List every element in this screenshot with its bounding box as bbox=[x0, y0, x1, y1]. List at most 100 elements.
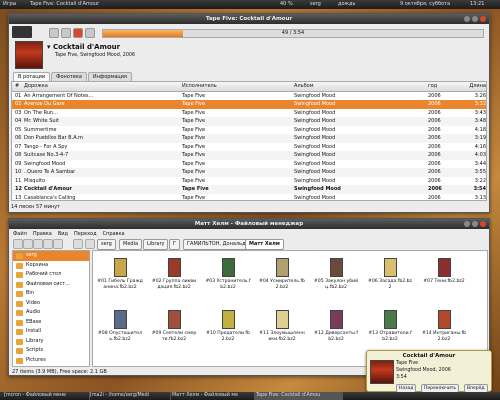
minimize-icon[interactable] bbox=[464, 16, 470, 22]
up-icon[interactable] bbox=[33, 239, 43, 249]
menu-file[interactable]: Файл bbox=[13, 231, 27, 237]
user-indicator[interactable]: serg bbox=[310, 0, 321, 9]
file-item[interactable]: #07 Тени.fb2.bz2 bbox=[421, 255, 467, 297]
player-titlebar[interactable]: Tape Five: Cocktail d'Amour bbox=[9, 14, 489, 24]
track-row[interactable]: 10 ..Quero Te A Sambar Tape Five Swingfood … bbox=[12, 168, 486, 177]
sidebar-place[interactable]: serg bbox=[13, 251, 89, 261]
track-row[interactable]: 03 On The Run... Tape Five Swingfood Mood 20… bbox=[12, 109, 486, 118]
track-row[interactable]: 06 Don Puebllos Bar B.A.m Tape Five Swingfo… bbox=[12, 134, 486, 143]
maximize-icon[interactable] bbox=[472, 221, 478, 227]
crumb-current[interactable]: Матт Хелм bbox=[245, 239, 284, 250]
track-artist: Tape Five bbox=[182, 143, 206, 150]
task-terminal[interactable]: [ma2i - /home/serg/Medi bbox=[88, 392, 171, 400]
fm-titlebar[interactable]: Матт Хелм - Файловый менеджер bbox=[9, 219, 489, 229]
seek-bar[interactable]: 49 / 3:54 bbox=[102, 29, 484, 38]
sidebar-place[interactable]: Рабочий стол bbox=[13, 270, 89, 280]
back-icon[interactable] bbox=[13, 239, 23, 249]
maximize-icon[interactable] bbox=[472, 16, 478, 22]
forward-icon[interactable] bbox=[23, 239, 33, 249]
file-item[interactable]: #04 Усмиритель.fb2.bz2 bbox=[259, 255, 305, 297]
crumb-g[interactable]: Г bbox=[169, 239, 181, 250]
book-cover-icon bbox=[383, 310, 397, 329]
file-item[interactable]: #12 Диверсанты.fb2.bz2 bbox=[313, 307, 359, 349]
tab-library[interactable]: Фонотека bbox=[51, 72, 87, 81]
task-fm1[interactable]: [mcron - Файловый мене bbox=[2, 392, 90, 400]
stop-button[interactable] bbox=[73, 28, 83, 38]
file-item[interactable]: #09 Сеятели смерти.fb2.bz2 bbox=[151, 307, 197, 349]
sidebar-place[interactable]: Library bbox=[13, 337, 89, 347]
menu-edit[interactable]: Правка bbox=[33, 231, 52, 237]
file-item[interactable]: #08 Опустошитель.fb2.bz2 bbox=[97, 307, 143, 349]
task-fm2[interactable]: Матт Хелм - Файловый ме bbox=[170, 392, 255, 400]
track-row[interactable]: 02 Avenue Du Gare Tape Five Swingfood Mood 2… bbox=[12, 100, 486, 109]
menu-go[interactable]: Переход bbox=[74, 231, 97, 237]
sidebar-place[interactable]: Корзина bbox=[13, 261, 89, 271]
sidebar-place[interactable]: Audio bbox=[13, 308, 89, 318]
sidebar-place[interactable]: Bin bbox=[13, 289, 89, 299]
menu-view[interactable]: Вид bbox=[58, 231, 68, 237]
file-item[interactable]: #13 Отравители.fb2.bz2 bbox=[367, 307, 413, 349]
file-item[interactable]: #03 Устранитель.fb2.bz2 bbox=[205, 255, 251, 297]
track-year: 2006 bbox=[428, 118, 441, 124]
track-row[interactable]: 09 Swingfood Mood Tape Five Swingfood Mood 2… bbox=[12, 160, 486, 169]
col-track[interactable]: Дорожка bbox=[24, 82, 174, 91]
crumb-library[interactable]: Library bbox=[143, 239, 169, 250]
panel-player-title[interactable]: Tape Five: Cocktail d'Amour bbox=[30, 0, 99, 9]
track-row[interactable]: 13 Casablanca's Calling Tape Five Swingfood… bbox=[12, 194, 486, 201]
col-artist[interactable]: Исполнитель bbox=[182, 82, 292, 91]
tab-rotation[interactable]: В ротации bbox=[13, 72, 51, 81]
file-item[interactable]: #05 Закулон убийц.fb2.bz2 bbox=[313, 255, 359, 297]
col-year[interactable]: год bbox=[428, 82, 458, 91]
file-item[interactable]: #02 Группа ликвидация.fb2.bz2 bbox=[151, 255, 197, 297]
prev-button[interactable] bbox=[49, 28, 59, 38]
folder-nav-icon[interactable] bbox=[85, 239, 95, 249]
book-cover-icon bbox=[437, 310, 451, 329]
track-album: Swingfood Mood bbox=[294, 126, 336, 133]
minimize-icon[interactable] bbox=[464, 221, 470, 227]
track-year: 2006 bbox=[428, 143, 441, 150]
track-row[interactable]: 01 An Arrangement Of Notes... Tape Five Swi… bbox=[12, 92, 486, 101]
track-row[interactable]: 05 Summertime Tape Five Swingfood Mood 2006 4… bbox=[12, 126, 486, 135]
weather-indicator[interactable]: дождь bbox=[338, 0, 355, 9]
crumb-serg[interactable]: serg bbox=[97, 239, 116, 250]
close-icon[interactable] bbox=[480, 221, 486, 227]
track-year: 2006 bbox=[428, 92, 441, 99]
sidebar-place[interactable]: Scripts bbox=[13, 346, 89, 356]
apps-menu[interactable]: Игры bbox=[3, 0, 17, 9]
col-length[interactable]: Длина bbox=[462, 82, 486, 91]
track-row[interactable]: 08 Suitcase No.3-4-7 Tape Five Swingfood Mo… bbox=[12, 151, 486, 160]
volume-indicator[interactable]: 40 % bbox=[280, 0, 293, 9]
task-player[interactable]: Tape Five: Cocktail d'Amou bbox=[254, 392, 343, 400]
file-item[interactable]: #01 Гибель Гражданина.fb2.bz2 bbox=[97, 255, 143, 297]
sidebar-place[interactable]: EBase bbox=[13, 318, 89, 328]
file-item[interactable]: #10 Предатели.fb2.bz2 bbox=[205, 307, 251, 349]
track-row[interactable]: 12 Cocktail d'Amour Tape Five Swingfood Moo… bbox=[12, 185, 486, 194]
computer-icon[interactable] bbox=[73, 239, 83, 249]
file-item[interactable]: #14 Интриганы.fb2.bz2 bbox=[421, 307, 467, 349]
sidebar-place[interactable]: Install bbox=[13, 327, 89, 337]
sidebar-place[interactable]: Video bbox=[13, 299, 89, 309]
menu-help[interactable]: Справка bbox=[103, 231, 125, 237]
tab-info[interactable]: Информация bbox=[87, 72, 132, 81]
track-row[interactable]: 11 Misquito Tape Five Swingfood Mood 2006 3:2… bbox=[12, 177, 486, 186]
col-album[interactable]: Альбом bbox=[294, 82, 424, 91]
close-icon[interactable] bbox=[480, 16, 486, 22]
track-title: Suitcase No.3-4-7 bbox=[24, 152, 69, 158]
pause-button[interactable] bbox=[61, 28, 71, 38]
next-button[interactable] bbox=[85, 28, 95, 38]
file-item[interactable]: #06 Засада.fb2.bz2 bbox=[367, 255, 413, 297]
sidebar-place[interactable]: Файловая сист... bbox=[13, 280, 89, 290]
track-row[interactable]: 07 Tango - For A Spy Tape Five Swingfood Mo… bbox=[12, 143, 486, 152]
home-icon[interactable] bbox=[53, 239, 63, 249]
sidebar-place[interactable]: Pictures bbox=[13, 356, 89, 366]
track-row[interactable]: 04 Mr. White Suit Tape Five Swingfood Mood 2… bbox=[12, 117, 486, 126]
reload-icon[interactable] bbox=[43, 239, 53, 249]
crumb-media[interactable]: Media bbox=[119, 239, 143, 250]
date-indicator[interactable]: 9 октября, суббота bbox=[400, 0, 450, 9]
book-cover-icon bbox=[383, 258, 397, 277]
file-item[interactable]: #11 Злоумышленники.fb2.bz2 bbox=[259, 307, 305, 349]
crumb-author[interactable]: ГАМИЛЬТОН, Дональд bbox=[183, 239, 250, 250]
track-title: Cocktail d'Amour bbox=[24, 186, 72, 192]
clock[interactable]: 13:21 bbox=[470, 0, 484, 9]
track-table-header: # Дорожка Исполнитель Альбом год Длина bbox=[12, 82, 486, 92]
